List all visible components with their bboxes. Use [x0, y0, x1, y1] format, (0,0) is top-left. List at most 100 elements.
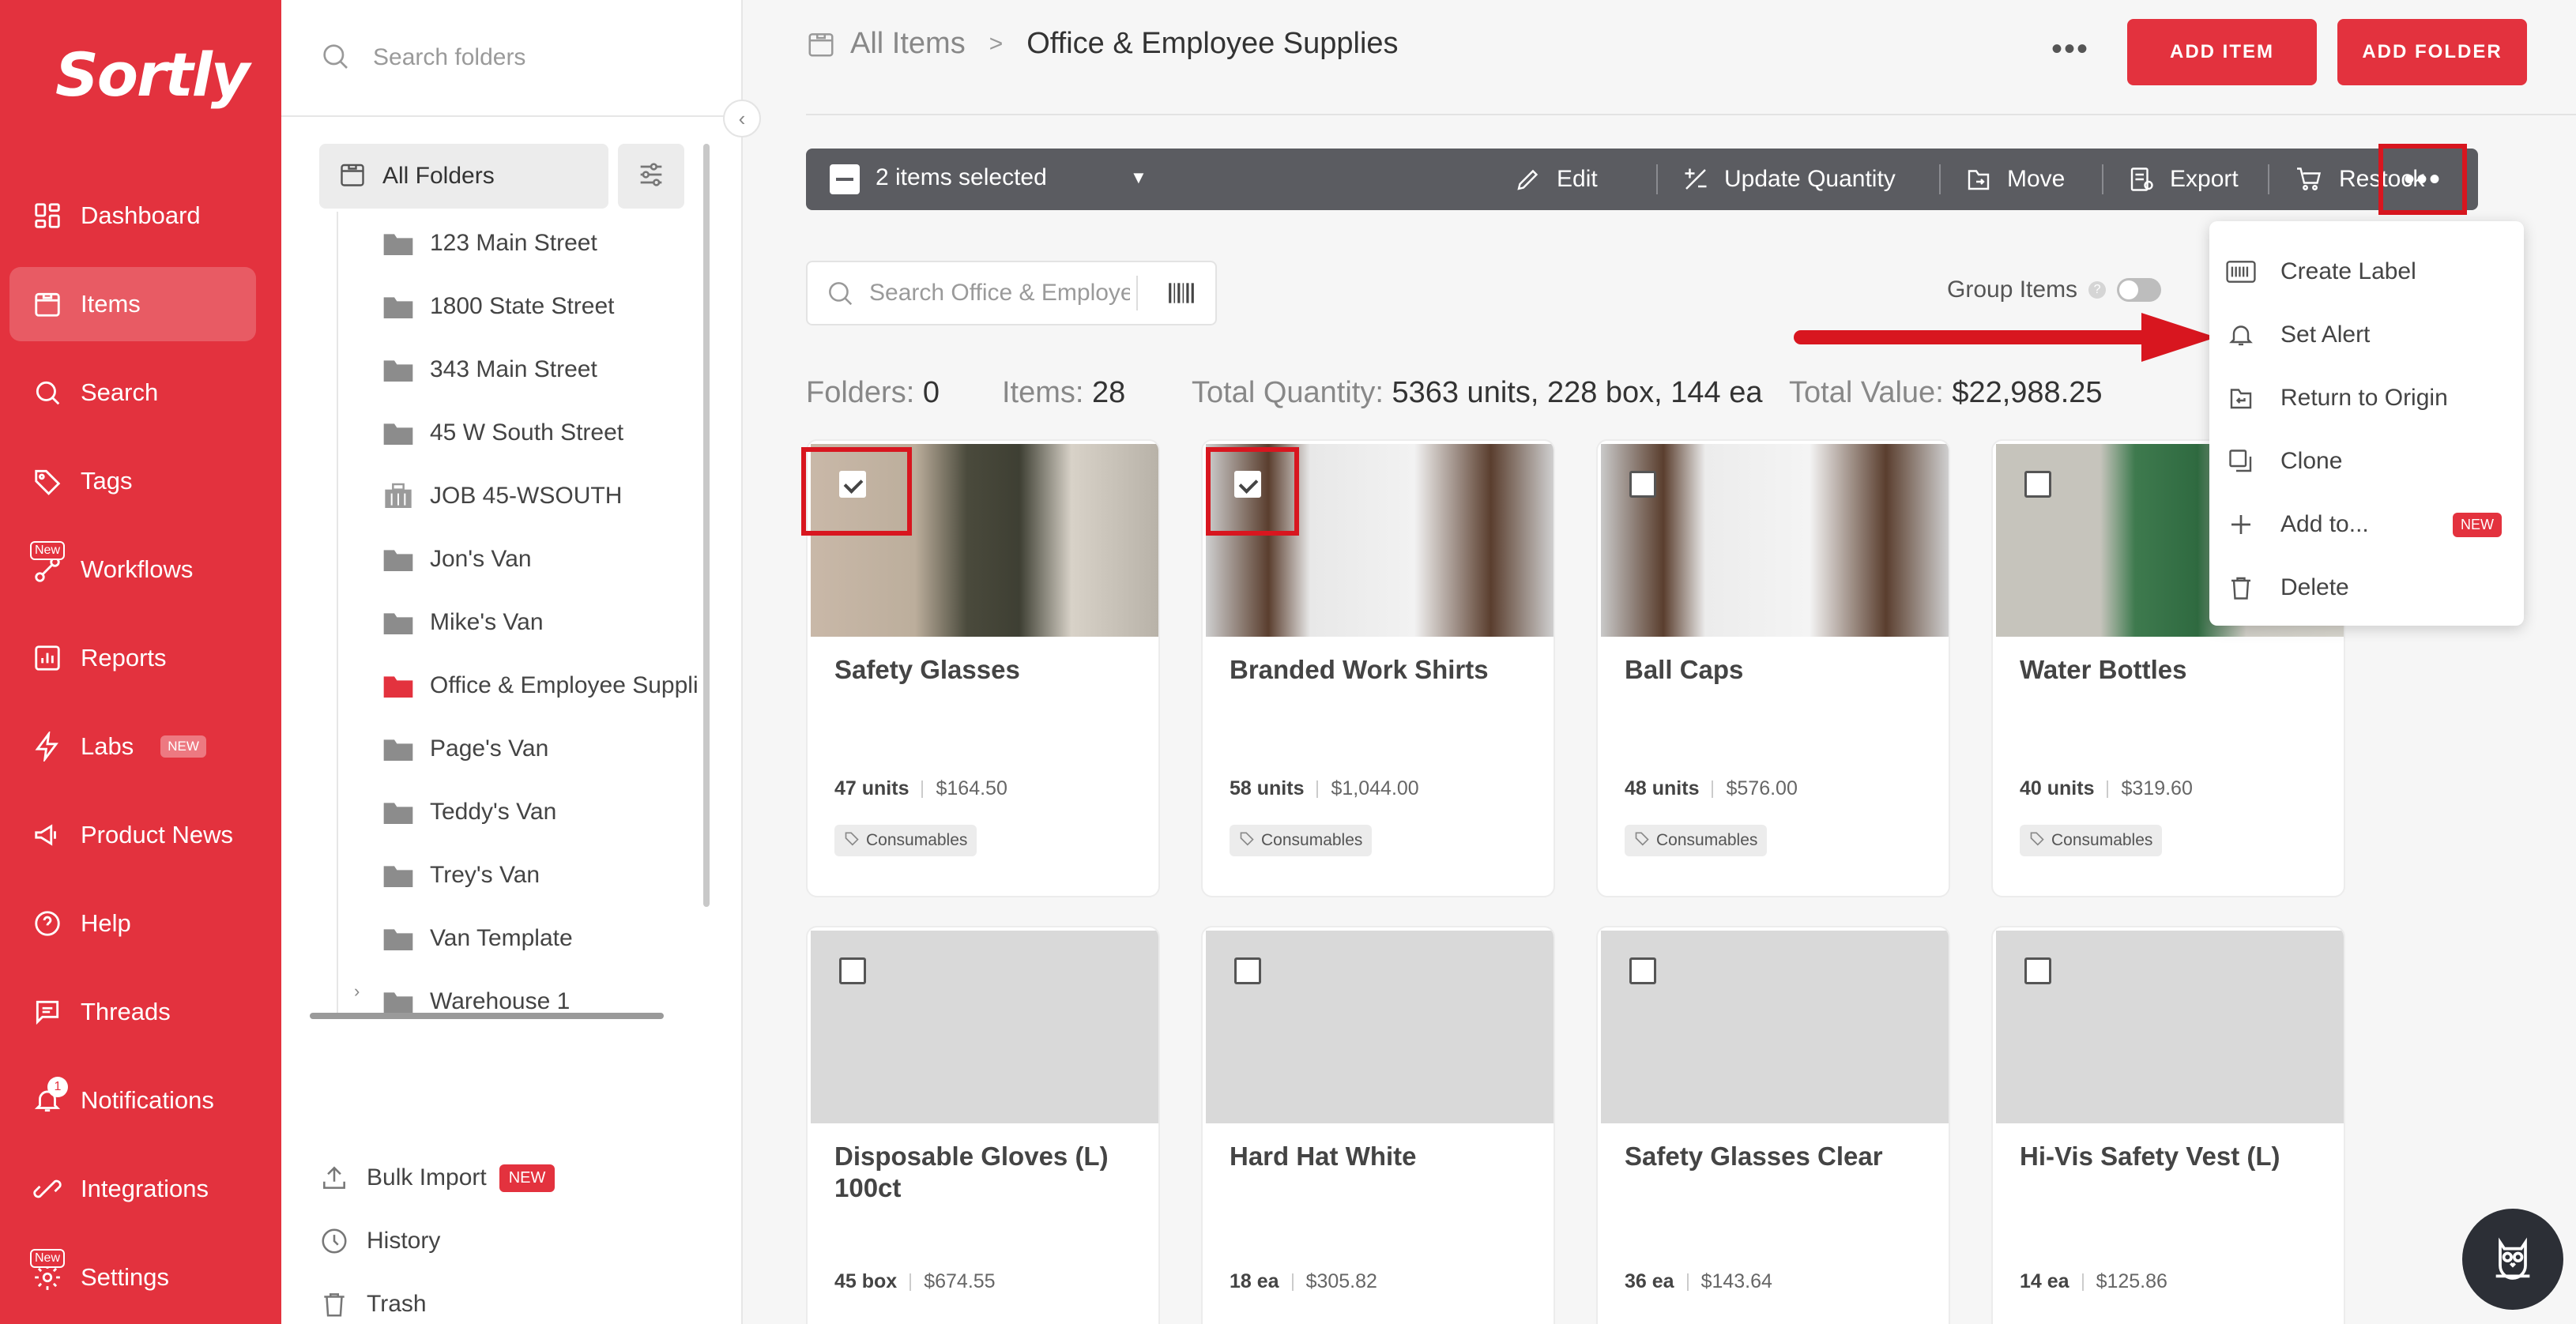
stat-value: 0 [922, 376, 940, 409]
tag-icon [2029, 830, 2045, 851]
selection-count[interactable]: 2 items selected [876, 164, 1047, 191]
folder-item[interactable]: Page's Van [382, 717, 548, 780]
more-options-button[interactable]: ••• [2051, 32, 2089, 67]
history-link[interactable]: History [319, 1213, 440, 1269]
item-checkbox[interactable] [839, 957, 866, 984]
item-checkbox[interactable] [1629, 471, 1656, 498]
upload-icon [323, 1166, 345, 1189]
nav-label: Labs [81, 732, 134, 760]
folder-item[interactable]: Warehouse 1 [382, 970, 570, 1033]
folder-scrollbar-horizontal[interactable] [310, 1013, 664, 1019]
nav-notifications[interactable]: 1 Notifications [9, 1063, 256, 1138]
breadcrumb-current: Office & Employee Supplies [1026, 27, 1399, 60]
menu-item-clone[interactable]: Clone [2225, 438, 2510, 485]
folder-item[interactable]: 123 Main Street [382, 212, 597, 275]
new-badge: New [30, 541, 66, 560]
item-checkbox[interactable] [1629, 957, 1656, 984]
menu-item-delete[interactable]: Delete [2225, 564, 2510, 611]
menu-label: Clone [2280, 448, 2343, 474]
item-name: Hi-Vis Safety Vest (L) [2020, 1142, 2280, 1171]
export-button[interactable]: Export [2127, 149, 2239, 210]
folder-label: Jon's Van [430, 546, 532, 572]
menu-item-create-label[interactable]: Create Label [2225, 248, 2510, 295]
folder-item-active[interactable]: Office & Employee Suppli [382, 654, 699, 717]
select-all-checkbox[interactable] [830, 164, 860, 194]
nav-integrations[interactable]: Integrations [9, 1152, 256, 1226]
nav-label: Workflows [81, 555, 194, 583]
caret-down-icon[interactable]: ▼ [1130, 167, 1147, 188]
item-tag[interactable]: Consumables [2020, 825, 2163, 856]
folder-item[interactable]: 343 Main Street [382, 338, 597, 401]
nav-product-news[interactable]: Product News [9, 798, 256, 872]
barcode-scan-icon[interactable] [1166, 278, 1196, 308]
more-actions-button[interactable]: ••• [2378, 144, 2467, 215]
nav-label: Product News [81, 821, 233, 848]
group-items-toggle[interactable]: Group Items ? [1947, 276, 2162, 303]
folder-item[interactable]: 1800 State Street [382, 275, 615, 338]
folder-search[interactable]: Search folders [281, 0, 743, 117]
dashboard-icon [30, 198, 65, 233]
folder-item[interactable]: 45 W South Street [382, 401, 623, 465]
chevron-right-icon[interactable]: › [354, 981, 360, 1002]
nav-settings[interactable]: New Settings [9, 1240, 256, 1315]
folder-item[interactable]: Mike's Van [382, 591, 544, 654]
nav-tags[interactable]: Tags [9, 444, 256, 518]
item-checkbox[interactable] [2024, 957, 2051, 984]
nav-workflows[interactable]: New Workflows [9, 532, 256, 607]
menu-label: Add to... [2280, 511, 2369, 537]
nav-label: Search [81, 378, 159, 406]
filter-button[interactable] [618, 144, 684, 209]
add-item-button[interactable]: ADD ITEM [2127, 19, 2317, 85]
folder-scrollbar-vertical[interactable] [703, 144, 710, 907]
gear-icon: New [30, 1249, 66, 1295]
nav-items[interactable]: Items [9, 267, 256, 341]
folder-item[interactable]: Jon's Van [382, 528, 532, 591]
item-checkbox[interactable] [2024, 471, 2051, 498]
folder-item[interactable]: Teddy's Van [382, 780, 556, 844]
item-tag[interactable]: Consumables [834, 825, 977, 856]
menu-item-return-to-origin[interactable]: Return to Origin [2225, 374, 2510, 422]
update-quantity-button[interactable]: Update Quantity [1682, 149, 1896, 210]
item-card[interactable]: Hi-Vis Safety Vest (L) 14 ea $125.86 [1991, 926, 2345, 1324]
menu-item-add-to[interactable]: Add to... NEW [2225, 501, 2510, 548]
item-meta: 58 units $1,044.00 [1230, 777, 1419, 800]
bulk-import-link[interactable]: Bulk Import NEW [319, 1150, 555, 1206]
item-tag[interactable]: Consumables [1625, 825, 1768, 856]
folder-panel: Search folders All Folders 123 Main Stre… [281, 0, 743, 1324]
chat-assistant-button[interactable] [2462, 1209, 2563, 1310]
item-card[interactable]: Safety Glasses Clear 36 ea $143.64 [1596, 926, 1950, 1324]
folder-item[interactable]: Trey's Van [382, 844, 540, 907]
folder-search-input[interactable]: Search folders [373, 44, 525, 71]
item-card[interactable]: Disposable Gloves (L) 100ct 45 box $674.5… [806, 926, 1160, 1324]
trash-link[interactable]: Trash [319, 1277, 427, 1324]
nav-search[interactable]: Search [9, 355, 256, 430]
all-folders-button[interactable]: All Folders [319, 144, 608, 209]
building-icon [385, 483, 412, 508]
nav-label: Integrations [81, 1175, 209, 1202]
folder-item[interactable]: JOB 45-WSOUTH [382, 465, 622, 528]
sortly-logo[interactable]: Sortly [55, 39, 250, 110]
folder-label: Mike's Van [430, 609, 544, 635]
breadcrumb-root[interactable]: All Items [850, 27, 966, 61]
nav-labs[interactable]: Labs NEW [9, 709, 256, 784]
nav-reports[interactable]: Reports [9, 621, 256, 695]
menu-item-set-alert[interactable]: Set Alert [2225, 311, 2510, 359]
toggle-switch[interactable] [2117, 278, 2162, 302]
item-search[interactable]: Search Office & Employee Supplies [806, 261, 1217, 325]
folder-item[interactable]: Van Template [382, 907, 573, 970]
nav-help[interactable]: Help [9, 886, 256, 961]
item-card[interactable]: Hard Hat White 18 ea $305.82 [1201, 926, 1555, 1324]
add-folder-button[interactable]: ADD FOLDER [2337, 19, 2527, 85]
edit-button[interactable]: Edit [1514, 149, 1598, 210]
item-tag[interactable]: Consumables [1230, 825, 1373, 856]
item-search-input[interactable]: Search Office & Employee Supplies [869, 280, 1130, 307]
item-checkbox[interactable] [1234, 957, 1261, 984]
new-tag: NEW [2453, 512, 2502, 537]
help-icon[interactable]: ? [2088, 281, 2107, 299]
nav-threads[interactable]: Threads [9, 975, 256, 1049]
stat-label: Items: [1002, 376, 1084, 409]
nav-dashboard[interactable]: Dashboard [9, 179, 256, 253]
item-card[interactable]: Ball Caps 48 units $576.00 Consumables [1596, 439, 1950, 897]
move-button[interactable]: Move [1964, 149, 2065, 210]
nav-label: Items [81, 290, 141, 318]
